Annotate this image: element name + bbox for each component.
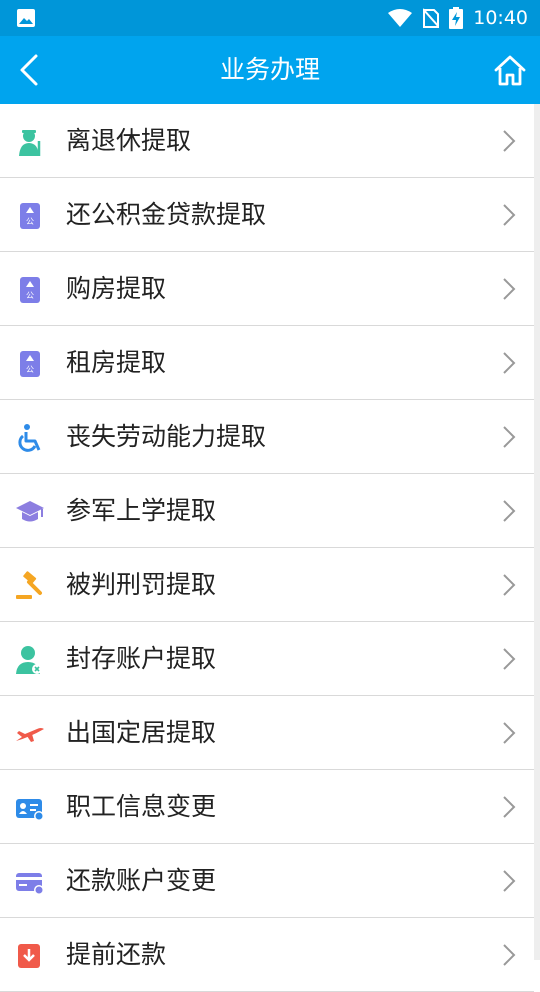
list-item[interactable]: 出国定居提取 xyxy=(0,696,534,770)
list-item[interactable]: 丧失劳动能力提取 xyxy=(0,400,534,474)
fund-badge-icon: 公 xyxy=(20,351,40,377)
list-item-label: 出国定居提取 xyxy=(66,718,217,747)
app-bar: 业务办理 xyxy=(0,36,540,104)
fund-badge-icon: 公 xyxy=(20,277,40,303)
home-icon[interactable] xyxy=(490,50,530,90)
list-item[interactable]: 封存账户提取 xyxy=(0,622,534,696)
chevron-right-icon xyxy=(503,648,516,670)
gavel-icon xyxy=(16,571,42,599)
list-item[interactable]: 提前还款 xyxy=(0,918,534,992)
list-item[interactable]: 公 还公积金贷款提取 xyxy=(0,178,534,252)
page-title: 业务办理 xyxy=(219,55,320,84)
bank-card-icon xyxy=(16,873,44,895)
list-item-label: 提前还款 xyxy=(66,940,167,969)
id-card-icon xyxy=(16,799,44,821)
battery-charging-icon xyxy=(449,7,464,29)
list-item-label: 离退休提取 xyxy=(66,126,192,155)
chevron-right-icon xyxy=(503,278,516,300)
chevron-right-icon xyxy=(503,870,516,892)
gallery-icon xyxy=(17,9,35,27)
list-item[interactable]: 还款账户变更 xyxy=(0,844,534,918)
business-list: 离退休提取 公 还公积金贷款提取 公 购房提取 公 租房提取 丧失劳动能力提取 … xyxy=(0,104,534,992)
chevron-right-icon xyxy=(503,574,516,596)
chevron-right-icon xyxy=(503,796,516,818)
no-sim-icon xyxy=(423,8,440,28)
user-frozen-icon xyxy=(16,646,42,674)
svg-text:公: 公 xyxy=(26,365,34,374)
list-item-label: 参军上学提取 xyxy=(66,496,217,525)
svg-text:公: 公 xyxy=(26,217,34,226)
airplane-icon xyxy=(16,728,44,742)
status-time: 10:40 xyxy=(473,7,528,29)
list-item[interactable]: 参军上学提取 xyxy=(0,474,534,548)
early-repay-icon xyxy=(18,944,40,968)
wheelchair-icon xyxy=(18,424,41,452)
list-item-label: 职工信息变更 xyxy=(66,792,217,821)
chevron-right-icon xyxy=(503,722,516,744)
list-item[interactable]: 离退休提取 xyxy=(0,104,534,178)
list-item-label: 被判刑罚提取 xyxy=(66,570,217,599)
list-item-label: 还款账户变更 xyxy=(66,866,217,895)
chevron-right-icon xyxy=(503,944,516,966)
list-item[interactable]: 被判刑罚提取 xyxy=(0,548,534,622)
list-item-label: 购房提取 xyxy=(66,274,167,303)
chevron-right-icon xyxy=(503,500,516,522)
list-item-label: 丧失劳动能力提取 xyxy=(66,422,267,451)
list-item-label: 封存账户提取 xyxy=(66,644,217,673)
list-item[interactable]: 职工信息变更 xyxy=(0,770,534,844)
wifi-icon xyxy=(388,9,413,27)
chevron-right-icon xyxy=(503,426,516,448)
list-item[interactable]: 公 租房提取 xyxy=(0,326,534,400)
list-item-label: 还公积金贷款提取 xyxy=(66,200,267,229)
list-item[interactable]: 公 购房提取 xyxy=(0,252,534,326)
svg-text:公: 公 xyxy=(26,291,34,300)
status-bar: 10:40 xyxy=(0,0,540,36)
list-item-label: 租房提取 xyxy=(66,348,167,377)
chevron-right-icon xyxy=(503,130,516,152)
graduation-cap-icon xyxy=(16,501,44,522)
chevron-right-icon xyxy=(503,352,516,374)
retiree-icon xyxy=(19,130,41,156)
chevron-right-icon xyxy=(503,204,516,226)
scrollbar[interactable] xyxy=(534,104,540,960)
fund-badge-icon: 公 xyxy=(20,203,40,229)
